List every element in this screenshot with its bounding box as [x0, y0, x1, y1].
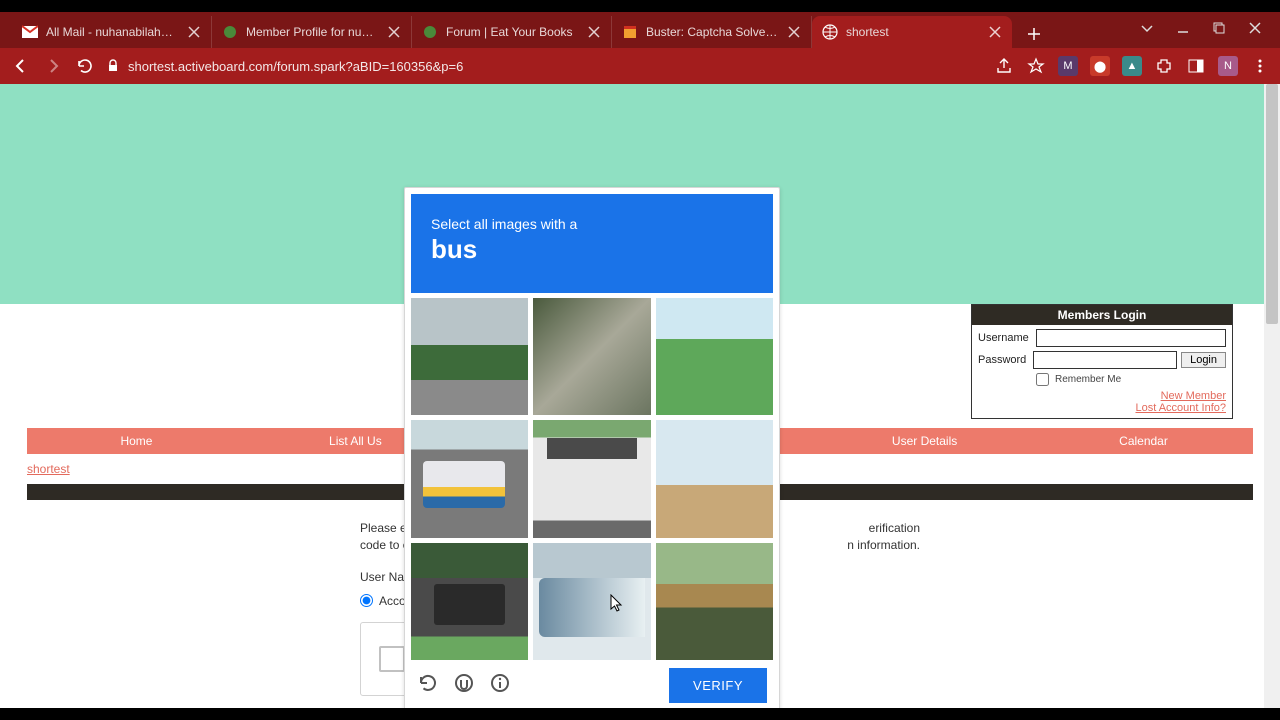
tab-label: Buster: Captcha Solver for H [646, 25, 779, 39]
leaf-icon [222, 24, 238, 40]
captcha-prompt: Select all images with a bus [411, 194, 773, 293]
nav-user-details[interactable]: User Details [815, 428, 1034, 454]
gmail-icon [22, 24, 38, 40]
ext-img-icon[interactable]: ▲ [1122, 56, 1142, 76]
leaf-icon [422, 24, 438, 40]
browser-tab[interactable]: Member Profile for nuhanab [212, 16, 412, 48]
lock-icon [106, 59, 120, 73]
captcha-tile[interactable] [533, 298, 650, 415]
chevron-down-icon[interactable] [1140, 21, 1154, 40]
tab-label: shortest [846, 25, 980, 39]
window-footer [0, 708, 1280, 720]
captcha-tile[interactable] [533, 420, 650, 537]
reload-button[interactable] [74, 55, 96, 77]
login-title: Members Login [972, 305, 1232, 325]
close-icon[interactable] [587, 25, 601, 39]
close-window-icon[interactable] [1248, 21, 1262, 40]
lost-account-link[interactable]: Lost Account Info? [978, 402, 1226, 414]
browser-tab[interactable]: Forum | Eat Your Books [412, 16, 612, 48]
tab-label: All Mail - nuhanabilahhaik@ [46, 25, 179, 39]
profile-avatar[interactable]: N [1218, 56, 1238, 76]
captcha-tile[interactable] [656, 543, 773, 660]
audio-icon[interactable] [453, 672, 475, 699]
radio-label: Acco [379, 594, 406, 608]
address-bar[interactable]: shortest.activeboard.com/forum.spark?aBI… [106, 52, 984, 80]
login-panel: Members Login Username Password Login Re… [971, 304, 1233, 419]
crumb-link[interactable]: shortest [27, 462, 70, 476]
reload-icon[interactable] [417, 672, 439, 699]
browser-tab-active[interactable]: shortest [812, 16, 1012, 48]
captcha-tile[interactable] [411, 298, 528, 415]
captcha-tile[interactable] [411, 543, 528, 660]
password-input[interactable] [1033, 351, 1177, 369]
browser-tabstrip: All Mail - nuhanabilahhaik@ Member Profi… [0, 12, 1280, 48]
window-titlebar [0, 0, 1280, 12]
captcha-tile[interactable] [656, 420, 773, 537]
share-icon[interactable] [994, 56, 1014, 76]
minimize-icon[interactable] [1176, 21, 1190, 40]
close-icon[interactable] [787, 25, 801, 39]
scrollbar-thumb[interactable] [1266, 84, 1278, 324]
captcha-keyword: bus [431, 234, 753, 265]
back-button[interactable] [10, 55, 32, 77]
browser-tab[interactable]: All Mail - nuhanabilahhaik@ [12, 16, 212, 48]
forward-button[interactable] [42, 55, 64, 77]
verify-button[interactable]: VERIFY [669, 668, 767, 703]
captcha-tile[interactable] [656, 298, 773, 415]
window-controls [1122, 12, 1280, 48]
recaptcha-checkbox[interactable] [379, 646, 405, 672]
close-icon[interactable] [187, 25, 201, 39]
username-input[interactable] [1036, 329, 1226, 347]
captcha-grid [411, 298, 773, 660]
extensions-icon[interactable] [1154, 56, 1174, 76]
toolbar-actions: M ⬤ ▲ N [994, 56, 1270, 76]
password-label: Password [978, 354, 1033, 366]
close-icon[interactable] [387, 25, 401, 39]
menu-icon[interactable] [1250, 56, 1270, 76]
nav-home[interactable]: Home [27, 428, 246, 454]
browser-tab[interactable]: Buster: Captcha Solver for H [612, 16, 812, 48]
captcha-tile[interactable] [411, 420, 528, 537]
captcha-tile[interactable] [533, 543, 650, 660]
sidepanel-icon[interactable] [1186, 56, 1206, 76]
remember-checkbox[interactable] [1036, 373, 1049, 386]
account-type-radio[interactable] [360, 594, 373, 607]
nav-calendar[interactable]: Calendar [1034, 428, 1253, 454]
maximize-icon[interactable] [1212, 21, 1226, 40]
store-icon [622, 24, 638, 40]
globe-icon [822, 24, 838, 40]
remember-label: Remember Me [1055, 374, 1121, 385]
close-icon[interactable] [988, 25, 1002, 39]
url-text: shortest.activeboard.com/forum.spark?aBI… [128, 59, 463, 74]
page-viewport: Members Login Username Password Login Re… [0, 84, 1280, 708]
ext-pin-icon[interactable]: ⬤ [1090, 56, 1110, 76]
new-member-link[interactable]: New Member [978, 390, 1226, 402]
info-icon[interactable] [489, 672, 511, 699]
tab-label: Member Profile for nuhanab [246, 25, 379, 39]
scrollbar[interactable] [1264, 84, 1280, 708]
captcha-instruction: Select all images with a [431, 216, 753, 232]
ext-m-icon[interactable]: M [1058, 56, 1078, 76]
tab-label: Forum | Eat Your Books [446, 25, 579, 39]
new-tab-button[interactable] [1020, 20, 1048, 48]
captcha-footer: VERIFY [411, 660, 773, 703]
star-icon[interactable] [1026, 56, 1046, 76]
captcha-challenge: Select all images with a bus VERIFY [404, 187, 780, 708]
login-button[interactable]: Login [1181, 352, 1226, 368]
browser-toolbar: shortest.activeboard.com/forum.spark?aBI… [0, 48, 1280, 84]
username-label: Username [978, 332, 1036, 344]
